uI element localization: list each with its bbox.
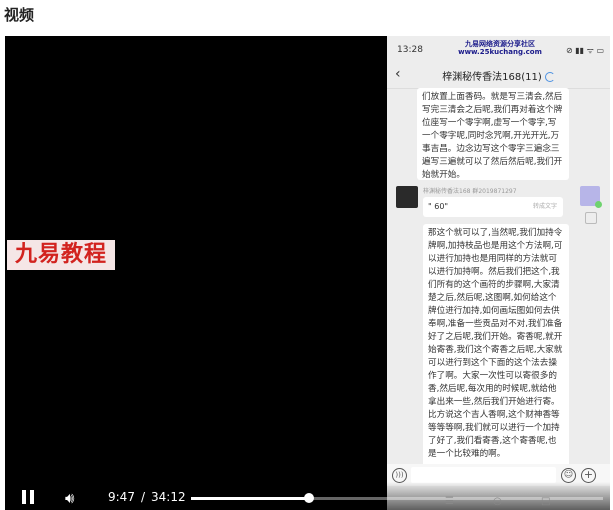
chat-input[interactable] <box>411 467 556 483</box>
sender-avatar <box>396 186 418 208</box>
back-icon: □ <box>541 496 551 507</box>
voice-duration: " 60" <box>428 202 449 211</box>
emoji-icon[interactable]: ☺ <box>561 468 576 483</box>
menu-icon: ☰ <box>445 496 454 507</box>
chat-title-text: 梓渊秘传香法168(11) <box>442 72 542 83</box>
voice-message-bubble[interactable]: " 60" 转成文字 <box>423 197 563 217</box>
progress-fill <box>191 497 309 500</box>
site-line2: www.25kuchang.com <box>458 48 542 56</box>
voice-to-text-label[interactable]: 转成文字 <box>533 197 557 217</box>
time-separator: / <box>141 490 146 504</box>
site-line1: 九易网络资源分享社区 <box>465 40 535 48</box>
loading-icon <box>544 72 555 82</box>
chat-message-bubble: 们放置上面香码。就是写三清会,然后写完三清会之后呢,我们再对着这个牌位座写一个零… <box>417 88 569 180</box>
phone-screen: 13:28 九易网络资源分享社区 www.25kuchang.com ⊘ ▮▮ … <box>387 36 610 510</box>
total-time: 34:12 <box>151 490 186 504</box>
chat-message-bubble: 那这个就可以了,当然呢,我们加持令牌啊,加持枝品也是用这个方法啊,可以进行加持也… <box>423 224 569 474</box>
section-title: 视频 <box>4 6 35 24</box>
progress-handle[interactable] <box>303 493 314 503</box>
plus-icon[interactable]: + <box>581 468 596 483</box>
online-dot-icon <box>595 201 602 208</box>
phone-nav-bar: ☰ ○ □ <box>387 494 610 510</box>
status-time: 13:28 <box>397 45 423 55</box>
phone-status-bar: 13:28 九易网络资源分享社区 www.25kuchang.com ⊘ ▮▮ … <box>387 36 610 62</box>
sender-name: 梓渊秘传香法168 群2019871297 <box>423 188 517 195</box>
video-player[interactable]: 九易教程 13:28 九易网络资源分享社区 www.25kuchang.com … <box>5 36 610 510</box>
current-time: 9:47 <box>108 490 135 504</box>
pause-icon[interactable] <box>21 490 35 504</box>
chat-title: 梓渊秘传香法168(11) <box>387 68 610 83</box>
status-icons: ⊘ ▮▮ ᯤ ▭ <box>566 46 604 55</box>
site-overlay: 九易网络资源分享社区 www.25kuchang.com <box>445 40 555 56</box>
voice-icon[interactable]: ))) <box>392 468 407 483</box>
chat-header: ‹ 梓渊秘传香法168(11) <box>387 62 610 89</box>
watermark-label: 九易教程 <box>7 240 115 270</box>
checkbox-icon[interactable] <box>585 212 597 224</box>
self-avatar <box>580 186 602 208</box>
volume-icon[interactable]: 🔊︎ <box>65 489 74 507</box>
home-icon: ○ <box>493 496 502 507</box>
